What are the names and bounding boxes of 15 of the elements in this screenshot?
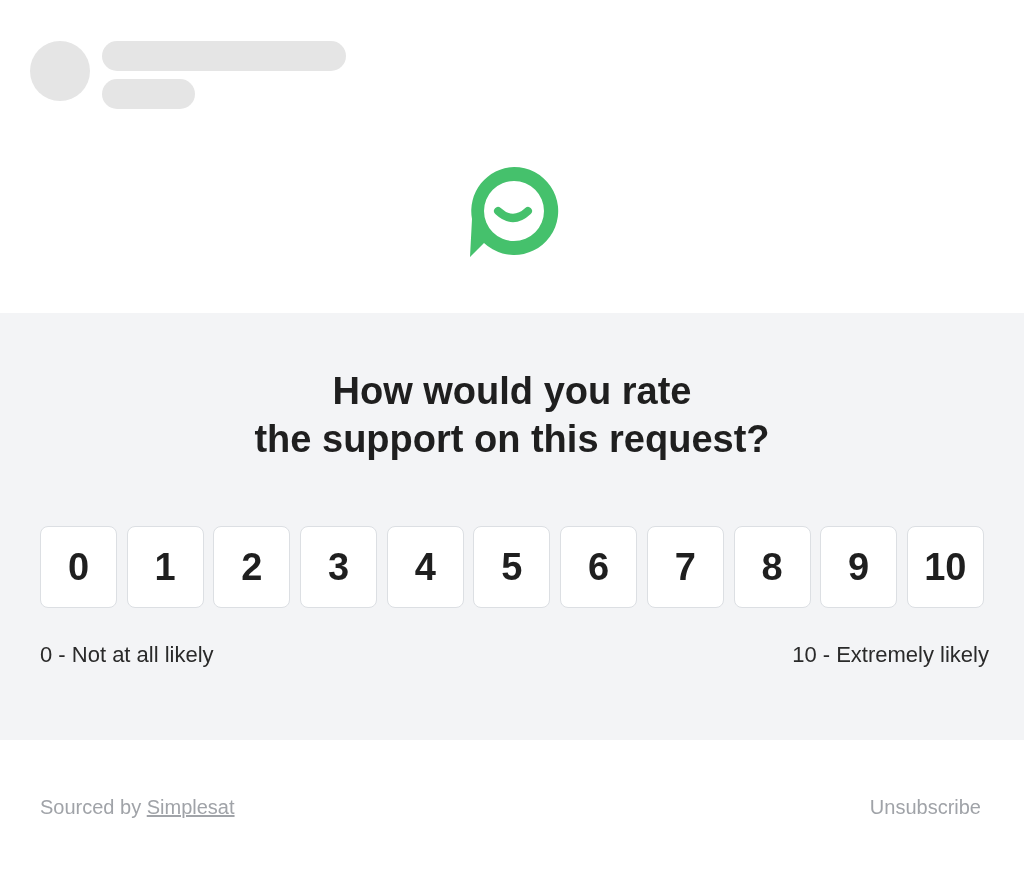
rating-button[interactable]: 8	[733, 526, 811, 608]
rating-button[interactable]: 2	[213, 526, 291, 608]
scale-high-label: 10 - Extremely likely	[792, 641, 989, 669]
rating-button[interactable]: 1	[126, 526, 204, 608]
rating-button[interactable]: 5	[473, 526, 551, 608]
rating-button[interactable]: 10	[906, 526, 984, 608]
rating-button[interactable]: 6	[560, 526, 638, 608]
credit-text: Sourced by Simplesat	[40, 795, 235, 820]
scale-low-label: 0 - Not at all likely	[40, 641, 214, 669]
rating-button[interactable]: 4	[386, 526, 464, 608]
rating-button[interactable]: 9	[820, 526, 898, 608]
survey-question: How would you rate the support on this request?	[254, 369, 770, 462]
rating-button[interactable]: 0	[40, 526, 117, 608]
rating-button[interactable]: 3	[300, 526, 378, 608]
rating-button[interactable]: 7	[646, 526, 724, 608]
